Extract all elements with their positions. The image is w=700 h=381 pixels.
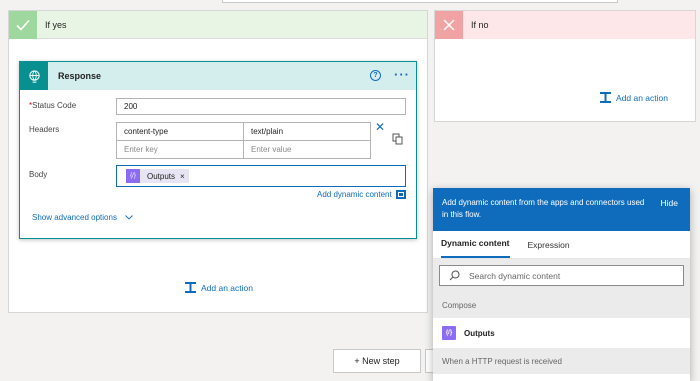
header-value-value: text/plain: [251, 127, 284, 136]
header-key-placeholder: Enter key: [124, 145, 158, 154]
search-area: Search dynamic content: [433, 259, 690, 292]
add-dynamic-content-link[interactable]: Add dynamic content: [317, 190, 392, 199]
section-http-request: When a HTTP request is received: [433, 348, 690, 374]
header-key-value: content-type: [124, 127, 169, 136]
add-action-label: Add an action: [616, 92, 668, 103]
search-icon: [449, 270, 460, 281]
compose-icon: {/}: [442, 326, 456, 340]
outputs-token-label: Outputs: [147, 171, 176, 181]
add-action-icon: [600, 92, 611, 103]
if-no-branch: If no: [434, 10, 696, 122]
remove-header-icon[interactable]: ✕: [375, 120, 385, 134]
if-no-title: If no: [471, 20, 489, 30]
new-step-button[interactable]: + New step: [333, 349, 421, 373]
tab-dynamic-content[interactable]: Dynamic content: [441, 238, 510, 258]
status-code-value: 200: [124, 102, 138, 111]
top-action-card-edge: [222, 0, 618, 3]
response-card-title: Response: [58, 71, 102, 81]
if-no-header[interactable]: If no: [435, 11, 695, 39]
help-icon[interactable]: ?: [370, 70, 381, 81]
if-yes-title: If yes: [45, 19, 67, 30]
header-key-input[interactable]: content-type: [116, 122, 244, 141]
remove-token-icon[interactable]: ×: [180, 172, 189, 181]
outputs-token[interactable]: {/} Outputs ×: [126, 169, 189, 183]
checkmark-icon: [9, 10, 37, 39]
header-value-empty-input[interactable]: Enter value: [243, 140, 371, 159]
show-advanced-options-link[interactable]: Show advanced options: [32, 213, 134, 222]
switch-to-text-mode-icon[interactable]: [392, 133, 403, 147]
header-key-empty-input[interactable]: Enter key: [116, 140, 244, 159]
response-card-header[interactable]: Response ? ···: [20, 62, 416, 90]
search-placeholder: Search dynamic content: [469, 270, 561, 281]
list-item-label: Outputs: [464, 328, 495, 338]
chevron-down-icon: [125, 213, 134, 222]
close-x-icon: [435, 11, 463, 39]
flyout-header: Add dynamic content from the apps and co…: [433, 188, 690, 231]
headers-label: Headers: [29, 125, 60, 134]
if-no-add-action-button[interactable]: Add an action: [599, 91, 668, 104]
if-yes-add-action-button[interactable]: Add an action: [184, 281, 253, 294]
dynamic-content-flyout: Add dynamic content from the apps and co…: [433, 188, 690, 381]
more-options-icon[interactable]: ···: [394, 67, 410, 82]
search-input[interactable]: Search dynamic content: [439, 265, 684, 286]
compose-icon: {/}: [126, 169, 140, 183]
add-action-icon: [185, 282, 196, 293]
section-compose: Compose: [433, 292, 690, 318]
flyout-tabs: Dynamic content Expression: [433, 231, 690, 259]
status-code-input[interactable]: 200: [116, 98, 406, 115]
globe-icon: [20, 62, 48, 90]
header-value-input[interactable]: text/plain: [243, 122, 371, 141]
show-advanced-options-label: Show advanced options: [32, 213, 117, 222]
body-label: Body: [29, 170, 48, 179]
tab-expression[interactable]: Expression: [528, 240, 570, 258]
response-action-card: Response ? ··· *Status Code 200 Headers …: [19, 61, 417, 239]
if-yes-header[interactable]: If yes: [9, 10, 427, 39]
flyout-description: Add dynamic content from the apps and co…: [442, 198, 645, 219]
list-item-outputs[interactable]: {/} Outputs: [433, 318, 690, 348]
add-action-label: Add an action: [201, 282, 253, 293]
header-value-placeholder: Enter value: [251, 145, 292, 154]
status-code-label: *Status Code: [29, 101, 77, 110]
dynamic-content-icon[interactable]: [396, 190, 406, 199]
hide-flyout-button[interactable]: Hide: [661, 197, 678, 209]
